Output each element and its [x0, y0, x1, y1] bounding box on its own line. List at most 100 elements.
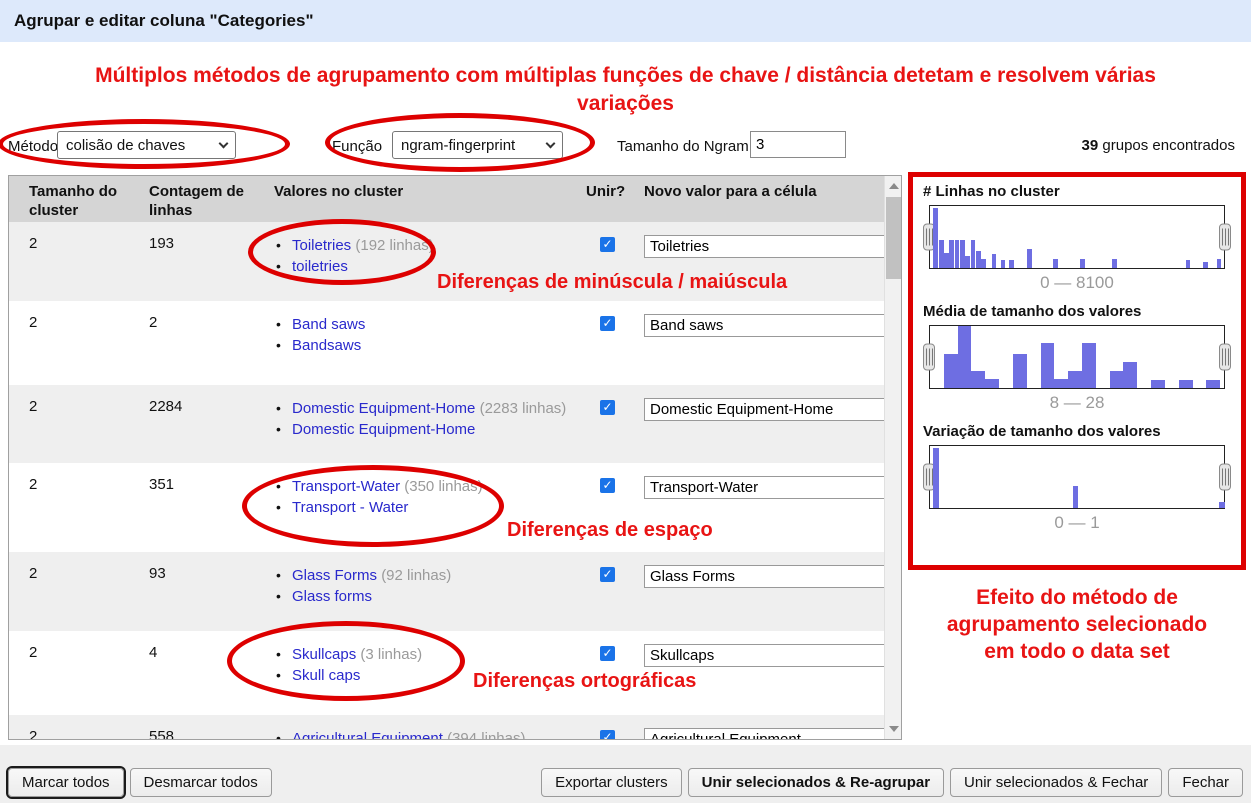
merge-checkbox[interactable]: ✓ — [600, 237, 615, 252]
value-row-count: (192 linhas) — [355, 237, 433, 254]
table-row: 22•Band saws•Bandsaws✓ — [9, 301, 901, 385]
histogram-bar — [1080, 259, 1085, 268]
cluster-value-link[interactable]: Agricultural Equipment — [292, 730, 443, 740]
histogram-bar — [1073, 486, 1079, 508]
cluster-value-link[interactable]: Skull caps — [292, 667, 360, 684]
cluster-size-cell: 2 — [9, 222, 149, 301]
cluster-value-link[interactable]: Band saws — [292, 316, 365, 333]
histogram-panel-inner: # Linhas no cluster0 — 8100Média de tama… — [913, 183, 1241, 533]
scrollbar-up-icon[interactable] — [889, 183, 899, 189]
bullet-icon: • — [276, 419, 281, 440]
bullet-icon: • — [276, 565, 281, 586]
merge-cell: ✓ — [586, 385, 644, 463]
histogram-bar — [1186, 260, 1191, 268]
effect-note-line3: em todo o data set — [908, 638, 1246, 665]
new-value-input[interactable] — [644, 565, 887, 588]
histogram-plot — [929, 325, 1225, 389]
new-value-input[interactable] — [644, 476, 887, 499]
ngram-size-input[interactable] — [750, 131, 846, 158]
table-row: 2351•Transport-Water (350 linhas)•Transp… — [9, 463, 901, 552]
histogram-bar — [1009, 260, 1014, 268]
annotation-case-note: Diferenças de minúscula / maiúscula — [437, 271, 787, 294]
histogram-block: # Linhas no cluster0 — 8100 — [923, 183, 1231, 293]
range-slider-handle-left[interactable] — [923, 344, 935, 371]
button-exportar-clusters[interactable]: Exportar clusters — [541, 768, 682, 797]
histogram-bar — [985, 379, 999, 388]
function-label: Função — [332, 138, 382, 155]
function-select[interactable]: ngram-fingerprint — [392, 131, 563, 159]
cluster-size-cell: 2 — [9, 385, 149, 463]
value-row-count: (350 linhas) — [404, 478, 482, 495]
merge-checkbox[interactable]: ✓ — [600, 316, 615, 331]
new-value-input[interactable] — [644, 644, 887, 667]
chevron-down-icon — [219, 138, 229, 148]
cluster-value-line: •Band saws — [274, 314, 586, 335]
bullet-icon: • — [276, 256, 281, 277]
cluster-size-cell: 2 — [9, 301, 149, 385]
range-slider-handle-right[interactable] — [1219, 344, 1231, 371]
scrollbar-down-icon[interactable] — [889, 726, 899, 732]
histogram-bar — [1112, 259, 1117, 268]
merge-checkbox[interactable]: ✓ — [600, 400, 615, 415]
row-count-cell: 558 — [149, 715, 274, 740]
histogram-range-label: 0 — 1 — [923, 513, 1231, 533]
histogram-bar — [1110, 371, 1124, 388]
cluster-values-cell: •Band saws•Bandsaws — [274, 301, 586, 385]
new-value-input[interactable] — [644, 235, 887, 258]
cluster-table: Tamanho do cluster Contagem de linhas Va… — [8, 175, 902, 740]
cluster-value-link[interactable]: Glass Forms — [292, 567, 377, 584]
cluster-value-link[interactable]: Bandsaws — [292, 337, 361, 354]
histogram-bar — [1203, 262, 1208, 268]
merge-checkbox[interactable]: ✓ — [600, 730, 615, 740]
merge-checkbox[interactable]: ✓ — [600, 478, 615, 493]
histogram-plot — [929, 205, 1225, 269]
table-scrollbar[interactable] — [884, 176, 901, 739]
scrollbar-thumb[interactable] — [886, 197, 901, 279]
cluster-value-link[interactable]: Skullcaps — [292, 646, 356, 663]
method-select[interactable]: colisão de chaves — [57, 131, 236, 159]
button-unir-selecionados-re-agrupar[interactable]: Unir selecionados & Re-agrupar — [688, 768, 944, 797]
button-marcar-todos[interactable]: Marcar todos — [8, 768, 124, 797]
cluster-value-link[interactable]: Domestic Equipment-Home — [292, 421, 475, 438]
merge-cell: ✓ — [586, 301, 644, 385]
header-row-count: Contagem de linhas — [149, 176, 274, 222]
new-value-input[interactable] — [644, 398, 887, 421]
cluster-value-link[interactable]: Transport-Water — [292, 478, 400, 495]
range-slider-handle-right[interactable] — [1219, 464, 1231, 491]
cluster-value-link[interactable]: Glass forms — [292, 588, 372, 605]
button-unir-selecionados-fechar[interactable]: Unir selecionados & Fechar — [950, 768, 1162, 797]
cluster-values-cell: •Domestic Equipment-Home (2283 linhas)•D… — [274, 385, 586, 463]
merge-checkbox[interactable]: ✓ — [600, 567, 615, 582]
dialog-titlebar: Agrupar e editar coluna "Categories" — [0, 0, 1251, 42]
histogram-bar — [949, 240, 954, 268]
histogram-bar — [1013, 354, 1027, 388]
cluster-value-link[interactable]: Toiletries — [292, 237, 351, 254]
new-value-input[interactable] — [644, 728, 887, 740]
button-desmarcar-todos[interactable]: Desmarcar todos — [130, 768, 272, 797]
cluster-table-body: 2193•Toiletries (192 linhas)•toiletries✓… — [9, 222, 901, 740]
cluster-value-link[interactable]: Transport - Water — [292, 499, 408, 516]
row-count-cell: 4 — [149, 631, 274, 715]
new-value-input[interactable] — [644, 314, 887, 337]
cluster-value-link[interactable]: toiletries — [292, 258, 348, 275]
cluster-values-cell: •Agricultural Equipment (394 linhas) — [274, 715, 586, 740]
dialog-title: Agrupar e editar coluna "Categories" — [14, 11, 314, 31]
table-row: 293•Glass Forms (92 linhas)•Glass forms✓ — [9, 552, 901, 631]
new-value-cell — [644, 715, 886, 740]
merge-checkbox[interactable]: ✓ — [600, 646, 615, 661]
range-slider-handle-right[interactable] — [1219, 224, 1231, 251]
effect-note-line1: Efeito do método de — [908, 584, 1246, 611]
histogram-bar — [1082, 343, 1096, 388]
button-fechar[interactable]: Fechar — [1168, 768, 1243, 797]
histogram-plot — [929, 445, 1225, 509]
histogram-bar — [1217, 259, 1222, 268]
histogram-bar — [981, 259, 986, 268]
value-row-count: (394 linhas) — [447, 730, 525, 740]
function-select-value: ngram-fingerprint — [401, 137, 515, 154]
cluster-table-header: Tamanho do cluster Contagem de linhas Va… — [9, 176, 901, 222]
histogram-bar — [960, 240, 965, 268]
annotation-heading-line1: Múltiplos métodos de agrupamento com múl… — [0, 62, 1251, 90]
merge-cell: ✓ — [586, 552, 644, 631]
cluster-value-link[interactable]: Domestic Equipment-Home — [292, 400, 475, 417]
annotation-space-note: Diferenças de espaço — [507, 519, 713, 542]
